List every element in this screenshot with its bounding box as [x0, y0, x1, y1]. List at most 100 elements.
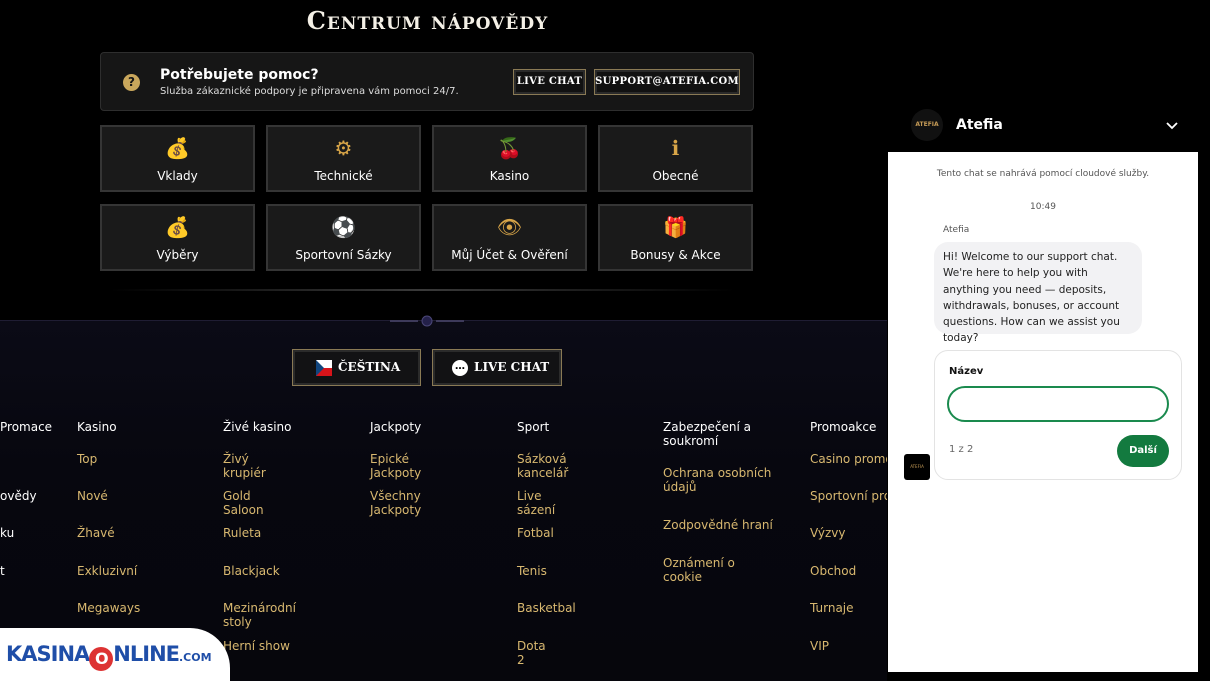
- footer-link[interactable]: Tenis: [517, 564, 547, 578]
- chat-agent-name: Atefia: [956, 117, 1003, 133]
- footer-link[interactable]: Basketbal: [517, 601, 576, 615]
- divider: [110, 289, 735, 291]
- footer-link[interactable]: ovědy: [0, 489, 37, 503]
- category-label: Můj Účet & Ověření: [451, 248, 568, 262]
- footer-column-head: Promoakce: [810, 420, 877, 434]
- footer-column-security: Zabezpečení a soukromí Ochrana osobních …: [663, 420, 773, 584]
- footer-column-jackpots: Jackpoty Epické Jackpoty Všechny Jackpot…: [370, 420, 422, 517]
- footer-link[interactable]: Promace: [0, 420, 52, 434]
- category-label: Technické: [314, 169, 373, 183]
- footer-link[interactable]: Živý krupiér: [223, 452, 291, 480]
- chat-recording-note: Tento chat se nahrává pomocí cloudové sl…: [936, 169, 1150, 179]
- chat-bubble-icon: …: [452, 360, 468, 376]
- footer-link[interactable]: Nové: [77, 489, 108, 503]
- category-label: Obecné: [652, 169, 699, 183]
- language-button[interactable]: ČEŠTINA: [292, 349, 421, 386]
- footer-link[interactable]: Ochrana osobních údajů: [663, 466, 773, 494]
- form-step-indicator: 1 z 2: [949, 444, 974, 455]
- category-tile-technical[interactable]: ⚙ Technické: [266, 125, 421, 192]
- coins-icon: 💰: [165, 215, 190, 239]
- chat-mini-avatar: ATEFIA: [904, 454, 930, 480]
- footer-column-live-casino: Živé kasino Živý krupiér Gold Saloon Rul…: [223, 420, 296, 653]
- next-button[interactable]: Další: [1117, 435, 1169, 467]
- footer-link[interactable]: Top: [77, 452, 97, 466]
- category-tile-casino[interactable]: 🍒 Kasino: [432, 125, 587, 192]
- chat-form: Název 1 z 2 Další: [934, 350, 1182, 480]
- footer-link[interactable]: Blackjack: [223, 564, 280, 578]
- footer-link[interactable]: Casino promoa: [810, 452, 887, 466]
- footer-link[interactable]: Žhavé: [77, 526, 115, 540]
- chat-header: ATEFIA Atefia: [888, 99, 1198, 152]
- ornament-icon: [390, 315, 464, 327]
- question-icon: ?: [123, 74, 140, 91]
- name-input[interactable]: [947, 386, 1169, 422]
- footer-link[interactable]: Exkluzivní: [77, 564, 137, 578]
- watermark-logo: KASINA O NLINE.COM: [0, 628, 230, 681]
- live-chat-button[interactable]: LIVE CHAT: [513, 69, 586, 95]
- cherries-icon: 🍒: [497, 136, 522, 160]
- gear-icon: ⚙: [334, 136, 353, 160]
- footer-live-chat-button[interactable]: … LIVE CHAT: [432, 349, 562, 386]
- chat-message: Hi! Welcome to our support chat. We're h…: [934, 242, 1142, 344]
- football-icon: ⚽: [331, 215, 356, 239]
- category-tile-sports-betting[interactable]: ⚽ Sportovní Sázky: [266, 204, 421, 271]
- footer-column-promotions: Promoakce Casino promoa Sportovní prom V…: [810, 420, 887, 660]
- footer-link[interactable]: Výzvy: [810, 526, 846, 540]
- footer-link[interactable]: VIP: [810, 639, 829, 653]
- help-title: Potřebujete pomoc?: [160, 67, 319, 83]
- footer-link[interactable]: Mezinárodní stoly: [223, 601, 296, 629]
- chevron-down-icon[interactable]: [1164, 118, 1180, 134]
- footer-column-head: Živé kasino: [223, 420, 292, 434]
- footer-link[interactable]: Megaways: [77, 601, 140, 615]
- footer-column-sport: Sport Sázková kancelář Live sázení Fotba…: [517, 420, 576, 667]
- help-subtitle: Služba zákaznické podpory je připravena …: [160, 86, 459, 97]
- footer-link[interactable]: Sportovní prom: [810, 489, 887, 503]
- footer-link[interactable]: t: [0, 564, 5, 578]
- category-tile-bonuses[interactable]: 🎁 Bonusy & Akce: [598, 204, 753, 271]
- footer-link[interactable]: Epické Jackpoty: [370, 452, 421, 480]
- category-label: Kasino: [489, 169, 530, 183]
- chat-avatar: ATEFIA: [911, 109, 943, 141]
- footer-link[interactable]: Herní show: [223, 639, 290, 653]
- info-icon: ℹ: [671, 136, 680, 160]
- chat-widget: ATEFIA Atefia Tento chat se nahrává pomo…: [888, 99, 1198, 672]
- footer-link[interactable]: Všechny Jackpoty: [370, 489, 421, 517]
- support-email-button[interactable]: SUPPORT@ATEFIA.COM: [594, 69, 740, 95]
- footer-live-chat-label: LIVE CHAT: [474, 360, 550, 374]
- category-label: Bonusy & Akce: [630, 248, 721, 262]
- footer-link[interactable]: Turnaje: [810, 601, 854, 615]
- page-title: Centrum nápovědy: [306, 6, 549, 35]
- category-tile-withdrawals[interactable]: 💰 Výběry: [100, 204, 255, 271]
- chat-sender-name: Atefia: [943, 225, 970, 235]
- footer-link[interactable]: Ruleta: [223, 526, 261, 540]
- category-label: Výběry: [156, 248, 199, 262]
- category-label: Vklady: [157, 169, 198, 183]
- category-tile-account-verification[interactable]: 👁 Můj Účet & Ověření: [432, 204, 587, 271]
- footer-link[interactable]: Sázková kancelář: [517, 452, 568, 480]
- footer-link[interactable]: Oznámení o cookie: [663, 556, 773, 584]
- footer-column-head: Sport: [517, 420, 550, 434]
- name-field-label: Název: [949, 366, 984, 377]
- help-bar: ? Potřebujete pomoc? Služba zákaznické p…: [100, 52, 754, 111]
- category-tile-deposits[interactable]: 💰 Vklady: [100, 125, 255, 192]
- footer-link[interactable]: Zodpovědné hraní: [663, 518, 773, 532]
- footer-link[interactable]: Obchod: [810, 564, 856, 578]
- language-label: ČEŠTINA: [338, 360, 401, 374]
- coins-icon: 💰: [165, 136, 190, 160]
- czech-flag-icon: [316, 360, 332, 376]
- logo-text: KASINA O NLINE.COM: [6, 642, 212, 671]
- chat-timestamp: 10:49: [1030, 202, 1056, 212]
- footer-column-head: Zabezpečení a soukromí: [663, 420, 751, 448]
- gift-icon: 🎁: [663, 215, 688, 239]
- footer-column-head: Kasino: [77, 420, 117, 434]
- footer-link[interactable]: Dota 2: [517, 639, 549, 667]
- footer-column-casino: Kasino Top Nové Žhavé Exkluzivní Megaway…: [77, 420, 140, 615]
- footer-link[interactable]: ku: [0, 526, 14, 540]
- footer-link[interactable]: Fotbal: [517, 526, 554, 540]
- category-label: Sportovní Sázky: [295, 248, 392, 262]
- footer-link[interactable]: Live sázení: [517, 489, 555, 517]
- footer-column-head: Jackpoty: [370, 420, 422, 434]
- category-tile-general[interactable]: ℹ Obecné: [598, 125, 753, 192]
- footer-link[interactable]: Gold Saloon: [223, 489, 291, 517]
- eye-of-horus-icon: 👁: [496, 215, 523, 239]
